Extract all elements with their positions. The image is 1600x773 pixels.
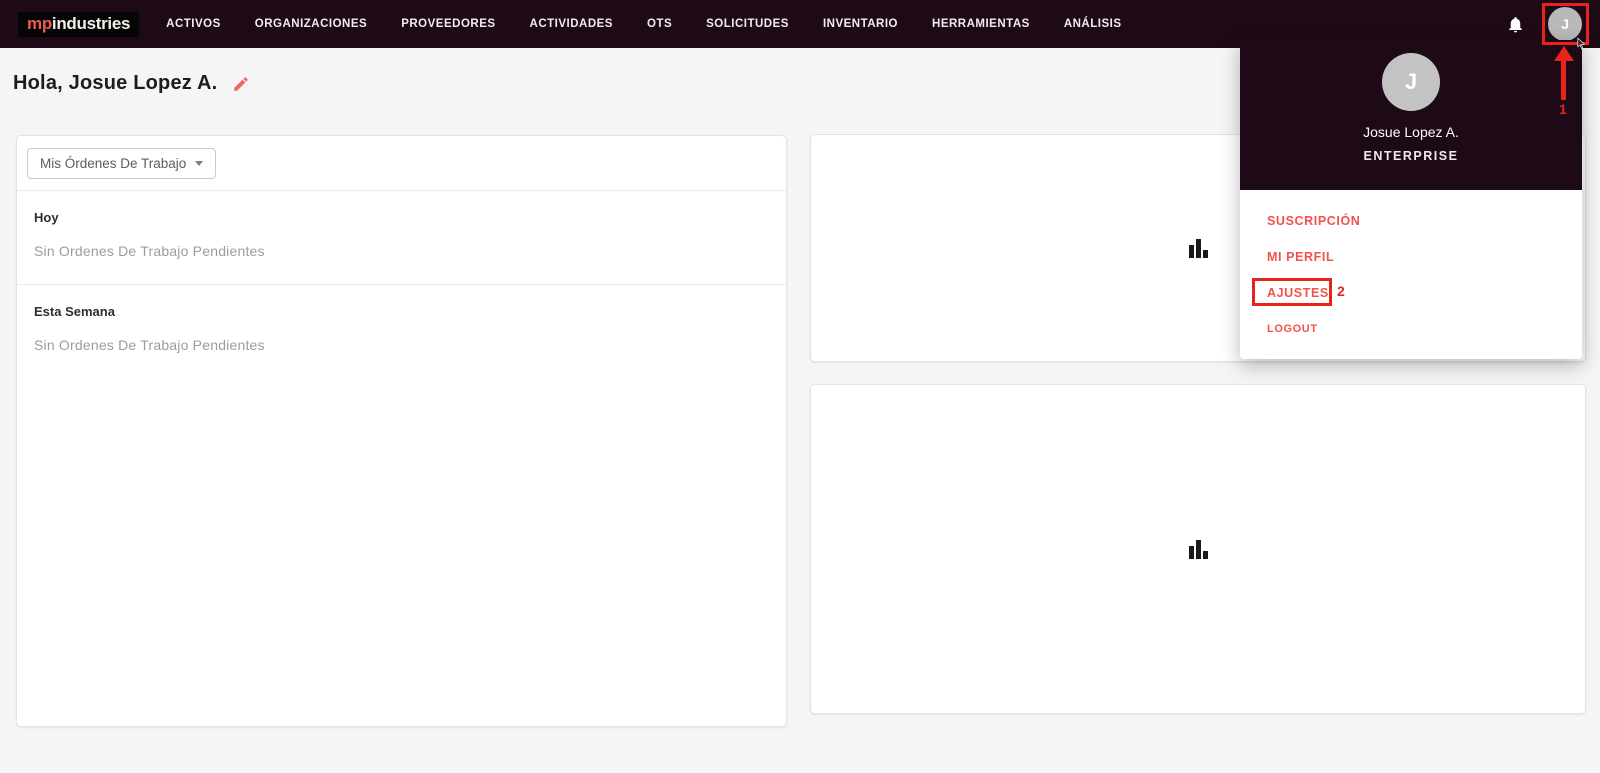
section-title: Hoy <box>34 210 59 225</box>
chart-card-bottom <box>810 384 1586 714</box>
annotation-label-2: 2 <box>1337 283 1345 299</box>
nav-item-actividades[interactable]: ACTIVIDADES <box>530 18 613 30</box>
workorders-filter-dropdown[interactable]: Mis Órdenes De Trabajo <box>27 148 217 179</box>
nav-item-activos[interactable]: ACTIVOS <box>166 18 221 30</box>
nav-item-organizaciones[interactable]: ORGANIZACIONES <box>255 18 367 30</box>
annotation-arrow-1-head <box>1554 46 1574 61</box>
app-logo[interactable]: mpindustries <box>18 11 140 37</box>
chevron-down-icon <box>195 161 204 166</box>
main-nav: ACTIVOS ORGANIZACIONES PROVEEDORES ACTIV… <box>166 18 1121 30</box>
user-avatar-large: J <box>1382 53 1440 111</box>
workorders-card-header: Mis Órdenes De Trabajo <box>17 136 786 191</box>
bar-chart-icon <box>1188 238 1208 258</box>
annotation-label-1: 1 <box>1559 101 1567 117</box>
subscription-plan-badge: ENTERPRISE <box>1363 149 1459 163</box>
annotation-arrow-1-shaft <box>1561 60 1566 100</box>
mouse-cursor-icon <box>1577 37 1586 50</box>
nav-item-ots[interactable]: OTS <box>647 18 672 30</box>
user-dropdown-menu: J Josue Lopez A. ENTERPRISE SUSCRIPCIÓN … <box>1240 40 1582 359</box>
user-name: Josue Lopez A. <box>1363 124 1459 140</box>
notifications-bell-icon[interactable] <box>1506 14 1525 35</box>
menu-item-mi-perfil[interactable]: MI PERFIL <box>1240 239 1582 275</box>
user-menu-header: J Josue Lopez A. ENTERPRISE <box>1240 40 1582 190</box>
logo-mp: mp <box>27 13 52 33</box>
user-menu-items: SUSCRIPCIÓN MI PERFIL AJUSTES LOGOUT <box>1240 190 1582 359</box>
workorders-card: Mis Órdenes De Trabajo Hoy Sin Ordenes D… <box>16 135 787 727</box>
workorders-section-today: Hoy Sin Ordenes De Trabajo Pendientes <box>17 191 786 285</box>
logo-industries: industries <box>51 13 131 33</box>
annotation-box-2 <box>1252 278 1332 306</box>
nav-item-herramientas[interactable]: HERRAMIENTAS <box>932 18 1030 30</box>
page-header: Hola, Josue Lopez A. <box>13 72 250 95</box>
section-title: Esta Semana <box>34 304 115 319</box>
empty-state-text: Sin Ordenes De Trabajo Pendientes <box>34 337 265 353</box>
menu-item-logout[interactable]: LOGOUT <box>1240 311 1582 347</box>
nav-item-inventario[interactable]: INVENTARIO <box>823 18 898 30</box>
nav-item-analisis[interactable]: ANÁLISIS <box>1064 18 1122 30</box>
menu-item-suscripcion[interactable]: SUSCRIPCIÓN <box>1240 203 1582 239</box>
edit-pencil-icon[interactable] <box>232 75 250 93</box>
empty-state-text: Sin Ordenes De Trabajo Pendientes <box>34 243 265 259</box>
bar-chart-icon <box>1188 539 1208 559</box>
workorders-section-week: Esta Semana Sin Ordenes De Trabajo Pendi… <box>17 285 786 378</box>
nav-item-solicitudes[interactable]: SOLICITUDES <box>706 18 789 30</box>
nav-item-proveedores[interactable]: PROVEEDORES <box>401 18 495 30</box>
workorders-filter-label: Mis Órdenes De Trabajo <box>40 156 187 171</box>
page-title: Hola, Josue Lopez A. <box>13 72 218 94</box>
